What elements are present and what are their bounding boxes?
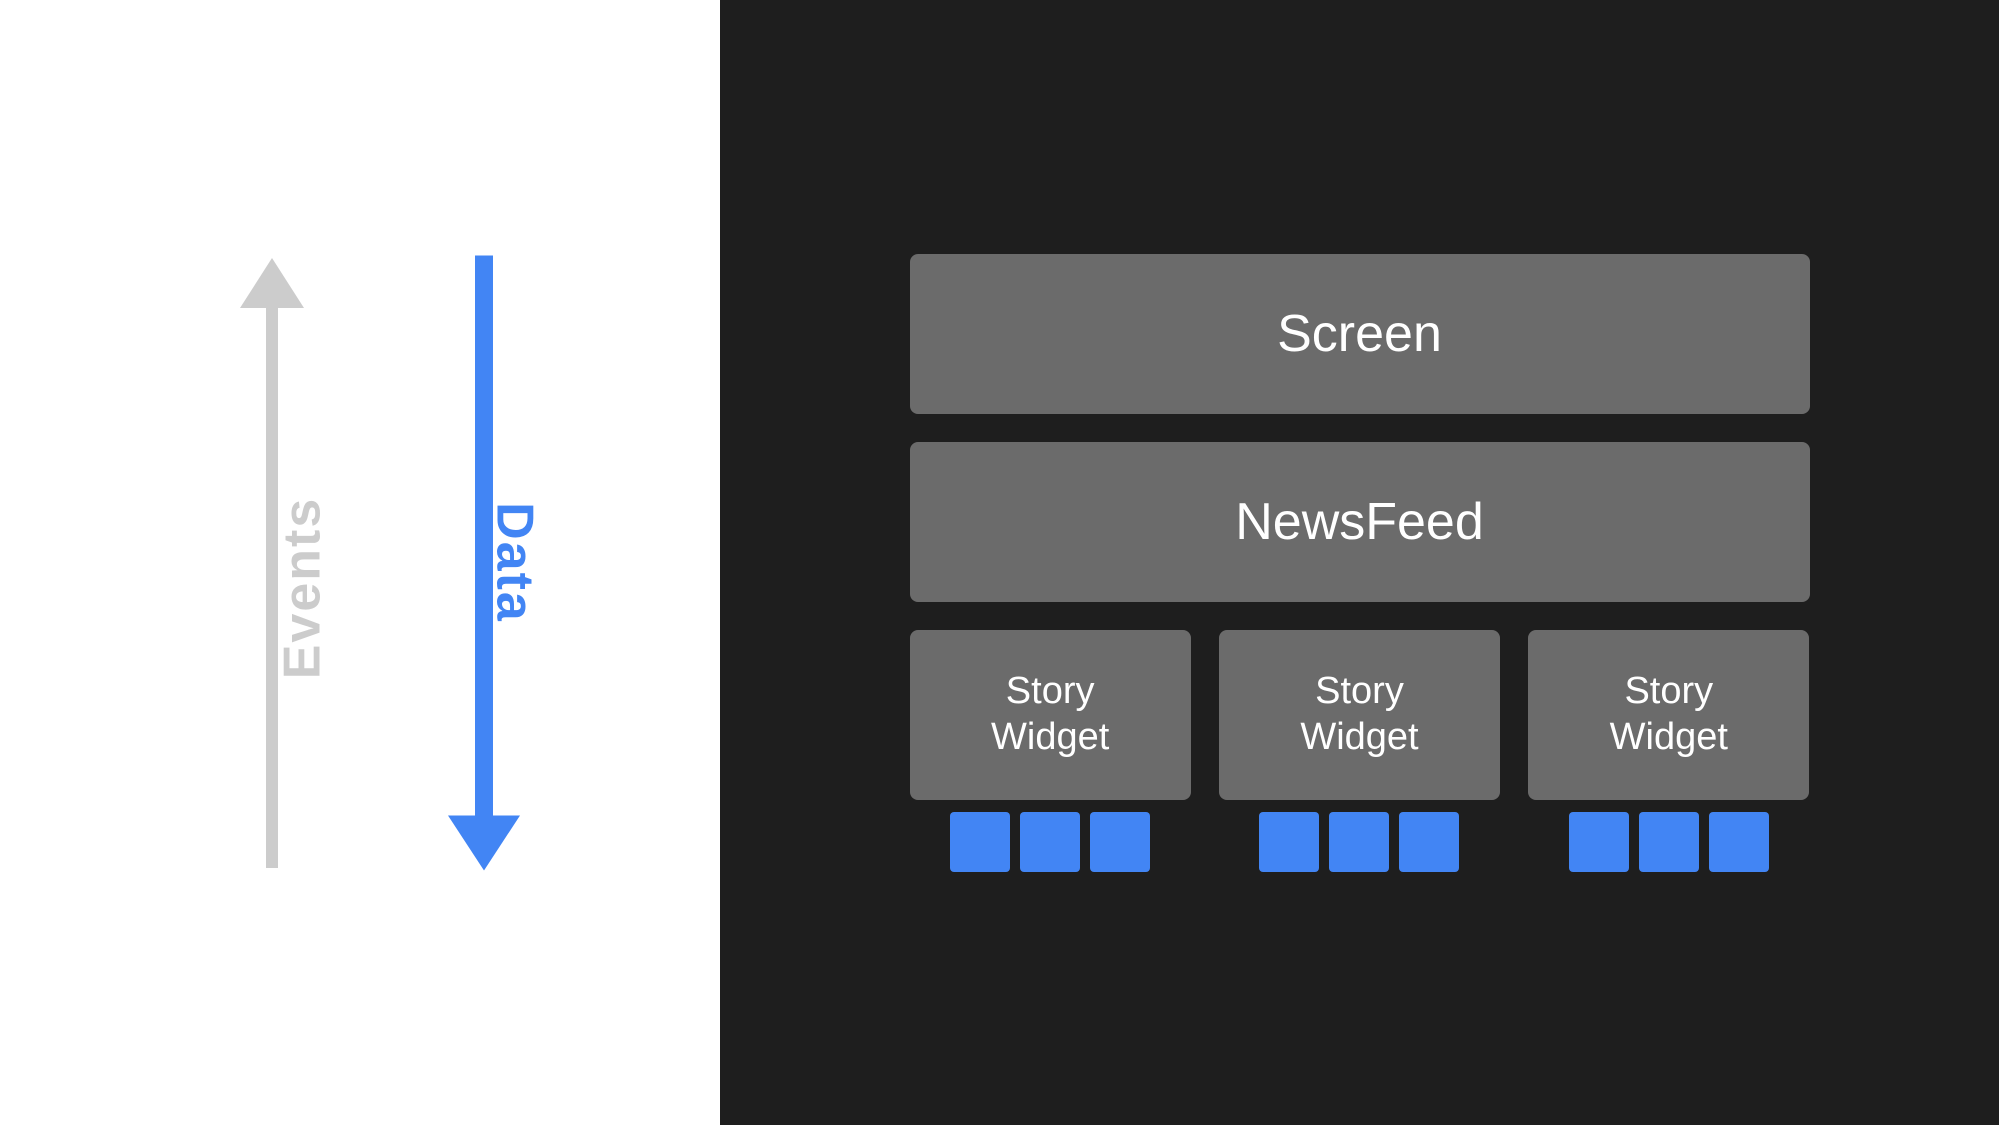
newsfeed-box: NewsFeed bbox=[910, 442, 1810, 602]
story-widget-column-1: StoryWidget bbox=[910, 630, 1191, 872]
events-arrow: Events bbox=[240, 258, 304, 868]
story-subitem-1-3 bbox=[1090, 812, 1150, 872]
story-widget-subitems-1 bbox=[910, 812, 1191, 872]
story-widget-label-1: StoryWidget bbox=[991, 669, 1109, 760]
story-subitem-3-3 bbox=[1709, 812, 1769, 872]
events-label: Events bbox=[272, 496, 332, 679]
newsfeed-label: NewsFeed bbox=[1235, 492, 1484, 552]
story-subitem-1-2 bbox=[1020, 812, 1080, 872]
story-subitem-1-1 bbox=[950, 812, 1010, 872]
story-widgets-row: StoryWidget StoryWidget StoryWidget bbox=[910, 630, 1810, 872]
data-label: Data bbox=[485, 502, 545, 623]
story-widget-column-2: StoryWidget bbox=[1219, 630, 1500, 872]
story-widget-box-3: StoryWidget bbox=[1528, 630, 1809, 800]
data-arrow-line: Data bbox=[475, 255, 493, 815]
story-widget-column-3: StoryWidget bbox=[1528, 630, 1809, 872]
screen-label: Screen bbox=[1277, 304, 1442, 364]
story-widget-box-2: StoryWidget bbox=[1219, 630, 1500, 800]
story-widget-subitems-3 bbox=[1528, 812, 1809, 872]
events-arrow-line: Events bbox=[266, 308, 278, 868]
events-arrow-head bbox=[240, 258, 304, 308]
left-panel: Events Data bbox=[0, 0, 720, 1125]
story-widget-subitems-2 bbox=[1219, 812, 1500, 872]
screen-box: Screen bbox=[910, 254, 1810, 414]
story-widget-label-3: StoryWidget bbox=[1610, 669, 1728, 760]
story-subitem-2-1 bbox=[1259, 812, 1319, 872]
data-arrow-head bbox=[448, 815, 520, 870]
data-arrow: Data bbox=[448, 255, 520, 870]
story-subitem-2-2 bbox=[1329, 812, 1389, 872]
story-subitem-2-3 bbox=[1399, 812, 1459, 872]
right-panel: Screen NewsFeed StoryWidget StoryWidget bbox=[720, 0, 1999, 1125]
story-subitem-3-2 bbox=[1639, 812, 1699, 872]
story-widget-box-1: StoryWidget bbox=[910, 630, 1191, 800]
story-subitem-3-1 bbox=[1569, 812, 1629, 872]
story-widget-label-2: StoryWidget bbox=[1300, 669, 1418, 760]
arrows-container: Events Data bbox=[160, 213, 560, 913]
